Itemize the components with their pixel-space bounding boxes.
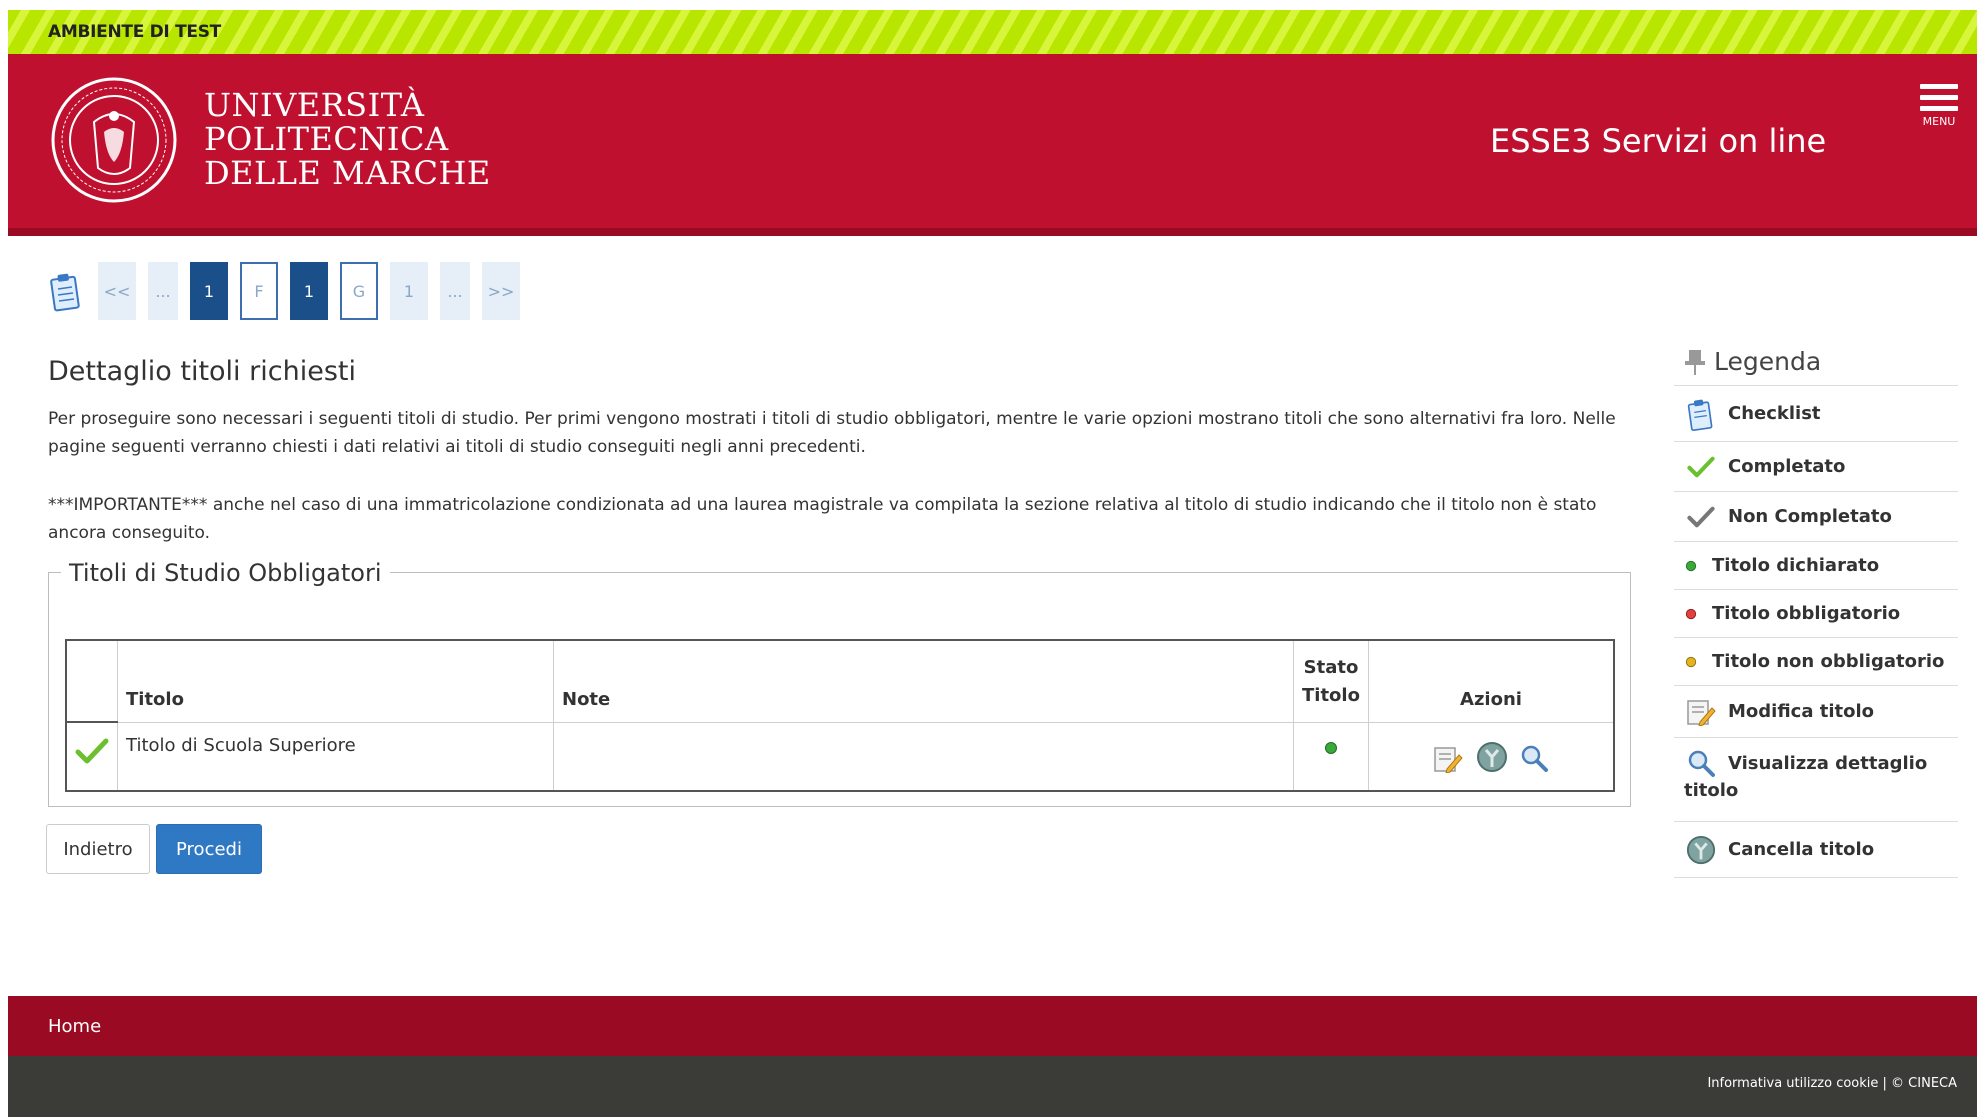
view-detail-icon[interactable] [1519,743,1549,773]
legend-label-completato: Completato [1728,456,1846,477]
col-note: Note [553,639,1294,723]
menu-button[interactable]: MENU [1914,84,1964,144]
table-row: Titolo di Scuola Superiore [65,721,1615,792]
table-header-row: Titolo Note Stato Titolo Azioni [65,639,1615,723]
legend-label-cancella-titolo: Cancella titolo [1728,839,1875,860]
section-legend: Titoli di Studio Obbligatori [61,559,390,587]
test-environment-banner: AMBIENTE DI TEST [8,10,1977,54]
legend-panel: Legenda Checklist Completato Non Complet… [1674,338,1958,878]
step-ellipsis-left[interactable]: ... [148,262,178,320]
test-environment-label: AMBIENTE DI TEST [48,22,221,42]
legend-label-visualizza-dettaglio: Visualizza dettaglio [1728,752,1928,774]
step-1-active-current[interactable]: 1 [290,262,328,320]
checklist-icon[interactable] [48,270,84,312]
edit-title-icon[interactable] [1433,745,1463,774]
step-ellipsis-right[interactable]: ... [440,262,470,320]
row-titolo: Titolo di Scuola Superiore [117,721,554,792]
footer-cookie-info-link[interactable]: Informativa utilizzo cookie | © CINECA [1707,1076,1957,1091]
delete-title-icon[interactable] [1475,741,1509,773]
row-stato [1293,721,1369,792]
delete-title-icon [1686,835,1716,864]
step-g[interactable]: G [340,262,378,320]
footer-nav: Home [8,996,1977,1056]
edit-title-icon [1687,699,1716,726]
legend-item-visualizza-dettaglio: Visualizza dettaglio titolo [1674,738,1958,822]
legend-item-non-completato: Non Completato [1674,492,1958,542]
legend-label-modifica-titolo: Modifica titolo [1728,701,1875,722]
university-name-line-2: POLITECNICA [204,120,449,158]
page-title: Dettaglio titoli richiesti [48,356,356,387]
step-last[interactable]: >> [482,262,520,320]
legend-label-titolo-obbligatorio: Titolo obbligatorio [1712,603,1901,624]
app-title[interactable]: ESSE3 Servizi on line [1490,122,1826,160]
green-dot-icon [1685,560,1697,571]
intro-text: Per proseguire sono necessari i seguenti… [48,409,1616,457]
legend-item-checklist: Checklist [1674,386,1958,442]
main-content: Dettaglio titoli richiesti Per proseguir… [48,356,1618,547]
legend-item-titolo-obbligatorio: Titolo obbligatorio [1674,590,1958,638]
title-declared-dot-icon [1324,741,1337,754]
step-first[interactable]: << [98,262,136,320]
col-azioni: Azioni [1367,639,1615,723]
not-completed-check-icon [1687,506,1715,527]
yellow-dot-icon [1685,656,1697,667]
view-detail-icon [1688,750,1715,777]
university-name: UNIVERSITÀ POLITECNICA DELLE MARCHE [204,88,491,190]
legend-item-titolo-non-obbligatorio: Titolo non obbligatorio [1674,638,1958,686]
legend-label-non-completato: Non Completato [1728,506,1892,527]
important-text: ***IMPORTANTE*** anche nel caso di una i… [48,495,1597,543]
status-col-header [65,639,118,723]
proceed-button[interactable]: Procedi [156,824,262,874]
legend-title: Legenda [1714,347,1822,376]
site-header: UNIVERSITÀ POLITECNICA DELLE MARCHE ESSE… [8,54,1977,236]
university-name-line-3: DELLE MARCHE [204,154,491,192]
legend-item-cancella-titolo: Cancella titolo [1674,822,1958,878]
legend-item-titolo-dichiarato: Titolo dichiarato [1674,542,1958,590]
step-navigation: << ... 1 F 1 G 1 ... >> [48,262,532,320]
step-1-active[interactable]: 1 [190,262,228,320]
menu-label: MENU [1922,115,1956,128]
row-status-cell [65,721,118,792]
completed-check-icon [1687,456,1715,477]
col-titolo: Titolo [117,639,554,723]
completed-check-icon [75,738,109,764]
hamburger-icon [1920,84,1958,111]
footer-bottom: Informativa utilizzo cookie | © CINECA [8,1056,1977,1117]
back-button[interactable]: Indietro [46,824,150,874]
col-stato-line-1: Stato [1303,656,1359,678]
mandatory-titles-section: Titoli di Studio Obbligatori Titolo Note… [48,559,1631,807]
step-f[interactable]: F [240,262,278,320]
red-dot-icon [1685,608,1697,619]
legend-label-visualizza-dettaglio-2: titolo [1684,780,1739,801]
footer-home-link[interactable]: Home [48,1016,101,1037]
col-stato-line-2: Titolo [1302,684,1360,706]
university-seal-logo[interactable] [50,76,178,204]
legend-label-checklist: Checklist [1728,403,1821,424]
titles-table: Titolo Note Stato Titolo Azioni Titolo d… [65,639,1615,792]
row-note [553,721,1294,792]
legend-header: Legenda [1674,338,1958,386]
legend-item-completato: Completato [1674,442,1958,492]
row-actions [1367,721,1615,792]
university-name-line-1: UNIVERSITÀ [204,86,425,124]
legend-label-titolo-dichiarato: Titolo dichiarato [1712,555,1880,576]
legend-item-modifica-titolo: Modifica titolo [1674,686,1958,738]
pin-icon [1685,349,1705,375]
step-1-next[interactable]: 1 [390,262,428,320]
checklist-icon [1687,399,1713,431]
col-stato-titolo: Stato Titolo [1293,639,1369,723]
legend-label-titolo-non-obbligatorio: Titolo non obbligatorio [1712,651,1945,672]
